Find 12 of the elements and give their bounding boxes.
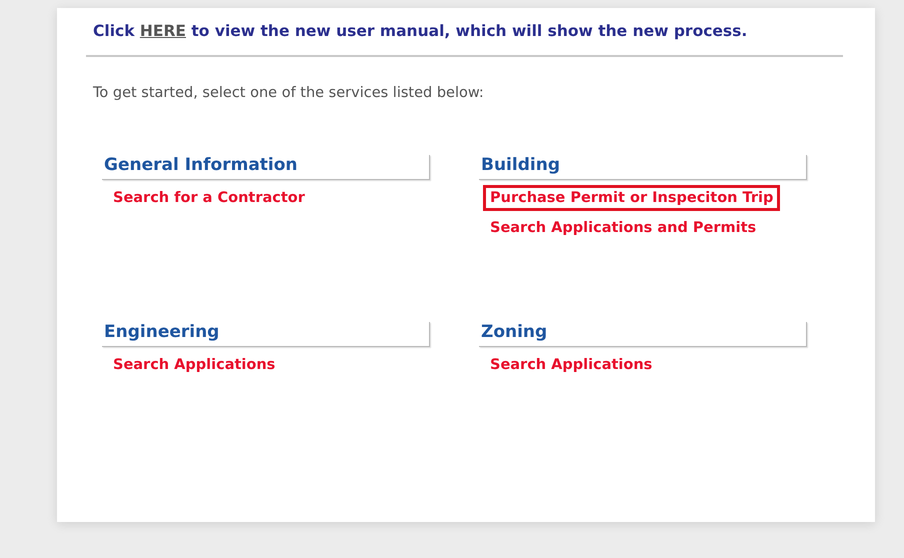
section-heading: General Information — [104, 155, 298, 175]
service-link[interactable]: Search Applications — [106, 352, 282, 378]
here-link[interactable]: HERE — [140, 22, 186, 40]
section-heading: Engineering — [104, 322, 220, 342]
service-link[interactable]: Search for a Contractor — [106, 185, 312, 211]
notice-text: Click HERE to view the new user manual, which will show the new process. — [92, 22, 748, 40]
service-link[interactable]: Search Applications — [483, 352, 660, 378]
section-heading: Building — [481, 155, 560, 175]
intro-text: To get started, select one of the services listed below: — [93, 85, 485, 101]
service-link[interactable]: Purchase Permit or Inspeciton Trip — [483, 185, 780, 211]
section-heading: Zoning — [481, 322, 548, 342]
service-link[interactable]: Search Applications and Permits — [483, 215, 764, 241]
